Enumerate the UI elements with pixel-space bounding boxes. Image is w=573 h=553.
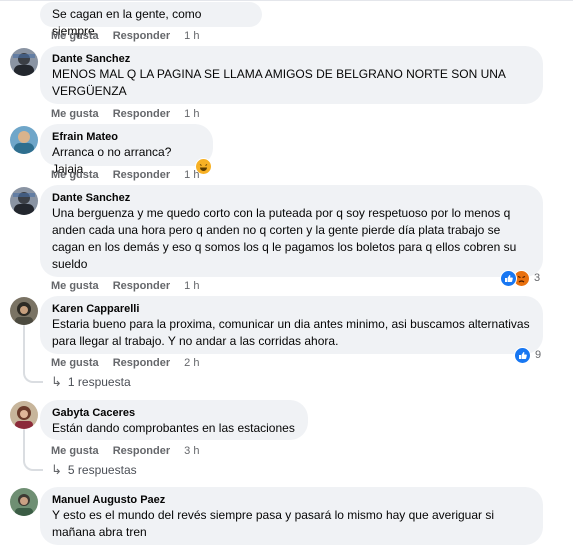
thread-connector <box>23 455 43 471</box>
timestamp[interactable]: 1 h <box>184 108 199 120</box>
comment-actions: Me gusta Responder 1 h <box>51 29 199 43</box>
reply-button[interactable]: Responder <box>113 169 170 181</box>
comment-author[interactable]: Karen Capparelli <box>52 302 531 316</box>
comment-actions: Me gusta Responder 1 h <box>51 168 199 182</box>
reply-button[interactable]: Responder <box>113 357 170 369</box>
top-divider <box>0 0 573 1</box>
avatar[interactable] <box>10 297 38 325</box>
reply-button[interactable]: Responder <box>113 30 170 42</box>
comment-bubble: Efrain Mateo Arranca o no arranca? Jajaj… <box>40 124 213 176</box>
reaction-summary[interactable]: 3 <box>500 269 540 287</box>
reaction-count: 9 <box>535 349 542 361</box>
replies-count: 1 respuesta <box>67 375 131 389</box>
view-replies-link[interactable]: ↳ 5 respuestas <box>51 462 137 478</box>
timestamp[interactable]: 1 h <box>184 169 199 181</box>
comment-text: MENOS MAL Q LA PAGINA SE LLAMA AMIGOS DE… <box>52 67 506 98</box>
avatar[interactable] <box>10 488 38 516</box>
thread-line <box>23 429 25 457</box>
reaction-count: 3 <box>534 272 541 284</box>
comment-text: Una berguenza y me quedo corto con la pu… <box>52 206 517 271</box>
timestamp[interactable]: 3 h <box>184 445 199 457</box>
comment-text: Están dando comprobantes en las estacion… <box>52 421 295 435</box>
comment-bubble: Dante Sanchez Una berguenza y me quedo c… <box>40 185 543 277</box>
replies-count: 5 respuestas <box>67 463 137 477</box>
like-button[interactable]: Me gusta <box>51 357 99 369</box>
comment-actions: Me gusta Responder 1 h <box>51 279 199 293</box>
comment-bubble: Karen Capparelli Estaria bueno para la p… <box>40 296 543 354</box>
timestamp[interactable]: 1 h <box>184 30 199 42</box>
comment-author[interactable]: Dante Sanchez <box>52 52 531 66</box>
comment-actions: Me gusta Responder 1 h <box>51 107 199 121</box>
comment-bubble: Manuel Augusto Paez Y esto es el mundo d… <box>40 487 543 545</box>
comment-actions: Me gusta Responder 2 h <box>51 356 199 370</box>
timestamp[interactable]: 2 h <box>184 357 199 369</box>
like-button[interactable]: Me gusta <box>51 108 99 120</box>
reply-arrow-icon: ↳ <box>51 374 62 389</box>
comment-author[interactable]: Manuel Augusto Paez <box>52 493 531 507</box>
view-replies-link[interactable]: ↳ 1 respuesta <box>51 374 131 390</box>
comment-bubble: Se cagan en la gente, como siempre. <box>40 2 262 38</box>
comment-author[interactable]: Efrain Mateo <box>52 130 201 144</box>
reply-button[interactable]: Responder <box>113 445 170 457</box>
reply-arrow-icon: ↳ <box>51 462 62 477</box>
avatar[interactable] <box>10 48 38 76</box>
like-button[interactable]: Me gusta <box>51 445 99 457</box>
thread-line <box>23 325 25 369</box>
comment-bubble: Dante Sanchez MENOS MAL Q LA PAGINA SE L… <box>40 46 543 104</box>
thread-connector <box>23 367 43 383</box>
reply-button[interactable]: Responder <box>113 108 170 120</box>
comment-bubble: Gabyta Caceres Están dando comprobantes … <box>40 400 308 440</box>
reaction-summary[interactable]: 9 <box>514 346 541 364</box>
avatar[interactable] <box>10 126 38 154</box>
comment-author[interactable]: Gabyta Caceres <box>52 406 296 420</box>
avatar[interactable] <box>10 401 38 429</box>
avatar[interactable] <box>10 187 38 215</box>
like-reaction-icon <box>514 346 531 364</box>
like-button[interactable]: Me gusta <box>51 280 99 292</box>
like-reaction-icon <box>500 269 517 287</box>
timestamp[interactable]: 1 h <box>184 280 199 292</box>
comment-text: Estaria bueno para la proxima, comunicar… <box>52 317 530 348</box>
comment-text: Y esto es el mundo del revés siempre pas… <box>52 508 495 539</box>
like-button[interactable]: Me gusta <box>51 30 99 42</box>
comment-author[interactable]: Dante Sanchez <box>52 191 531 205</box>
reply-button[interactable]: Responder <box>113 280 170 292</box>
comment-actions: Me gusta Responder 3 h <box>51 444 199 458</box>
like-button[interactable]: Me gusta <box>51 169 99 181</box>
